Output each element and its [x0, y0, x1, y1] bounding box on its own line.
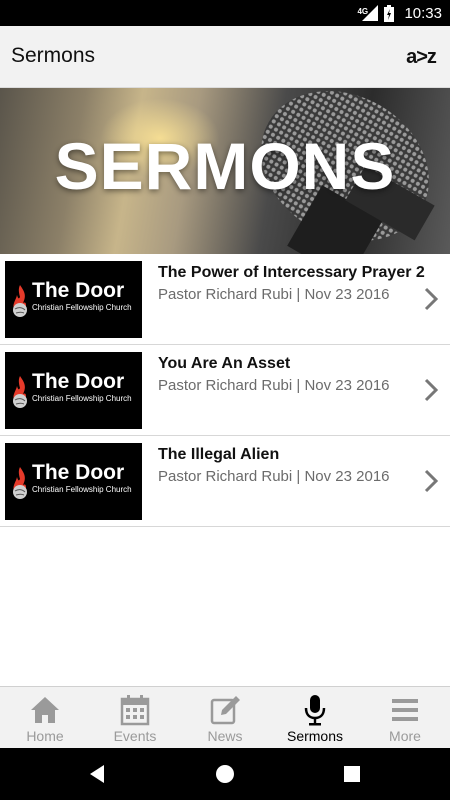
flame-globe-icon — [13, 467, 27, 499]
tab-events[interactable]: Events — [90, 687, 180, 748]
sermon-meta: Pastor Richard Rubi | Nov 23 2016 — [158, 377, 390, 394]
tab-label: Home — [26, 728, 64, 744]
sermon-meta: Pastor Richard Rubi | Nov 23 2016 — [158, 286, 390, 303]
list-item[interactable]: The Door Christian Fellowship Church The… — [0, 254, 450, 345]
status-bar: 4G 10:33 — [0, 0, 450, 26]
tab-label: News — [207, 728, 243, 744]
microphone-icon — [304, 695, 326, 726]
back-icon[interactable] — [86, 762, 110, 786]
sermon-thumbnail: The Door Christian Fellowship Church — [5, 352, 142, 429]
sermon-title: The Power of Intercessary Prayer 2 — [158, 264, 425, 281]
tab-sermons[interactable]: Sermons — [270, 687, 360, 748]
hero-title: SERMONS — [54, 129, 396, 203]
sermon-thumbnail: The Door Christian Fellowship Church — [5, 443, 142, 520]
edit-icon — [210, 696, 240, 725]
tab-more[interactable]: More — [360, 687, 450, 748]
status-icons: 4G 10:33 — [357, 0, 442, 26]
tab-label: More — [389, 728, 421, 744]
battery-icon — [384, 4, 395, 22]
sermon-list: The Door Christian Fellowship Church The… — [0, 254, 450, 527]
list-item[interactable]: The Door Christian Fellowship Church The… — [0, 436, 450, 527]
thumbnail-title: The Door — [32, 461, 125, 484]
chevron-right-icon — [424, 378, 439, 402]
chevron-right-icon — [424, 287, 439, 311]
sermon-title: You Are An Asset — [158, 355, 291, 372]
recents-icon[interactable] — [340, 762, 364, 786]
hero-banner: SERMONS — [0, 88, 450, 254]
tab-home[interactable]: Home — [0, 687, 90, 748]
flame-globe-icon — [13, 376, 27, 408]
list-item[interactable]: The Door Christian Fellowship Church You… — [0, 345, 450, 436]
system-nav-bar — [0, 748, 450, 800]
network-type: 4G — [357, 7, 369, 16]
az-sort-icon: a>z — [406, 45, 437, 68]
sermon-thumbnail: The Door Christian Fellowship Church — [5, 261, 142, 338]
calendar-icon — [120, 695, 150, 726]
home-circle-icon[interactable] — [213, 762, 237, 786]
signal-icon: 4G — [357, 5, 379, 21]
thumbnail-subtitle: Christian Fellowship Church — [32, 394, 132, 403]
tab-label: Sermons — [286, 728, 344, 744]
thumbnail-title: The Door — [32, 279, 125, 302]
tab-label: Events — [113, 728, 157, 744]
bottom-tab-bar: Home Events News Sermons More — [0, 686, 450, 748]
thumbnail-subtitle: Christian Fellowship Church — [32, 303, 132, 312]
thumbnail-subtitle: Christian Fellowship Church — [32, 485, 132, 494]
status-time: 10:33 — [404, 4, 442, 22]
tab-news[interactable]: News — [180, 687, 270, 748]
sermon-title: The Illegal Alien — [158, 446, 280, 463]
home-icon — [31, 697, 59, 723]
chevron-right-icon — [424, 469, 439, 493]
app-bar: Sermons a>z — [0, 26, 450, 88]
sermon-meta: Pastor Richard Rubi | Nov 23 2016 — [158, 468, 390, 485]
page-title: Sermons — [11, 44, 96, 67]
flame-globe-icon — [13, 285, 27, 317]
menu-icon — [392, 699, 418, 721]
sort-az-button[interactable]: a>z — [402, 44, 440, 70]
thumbnail-title: The Door — [32, 370, 125, 393]
